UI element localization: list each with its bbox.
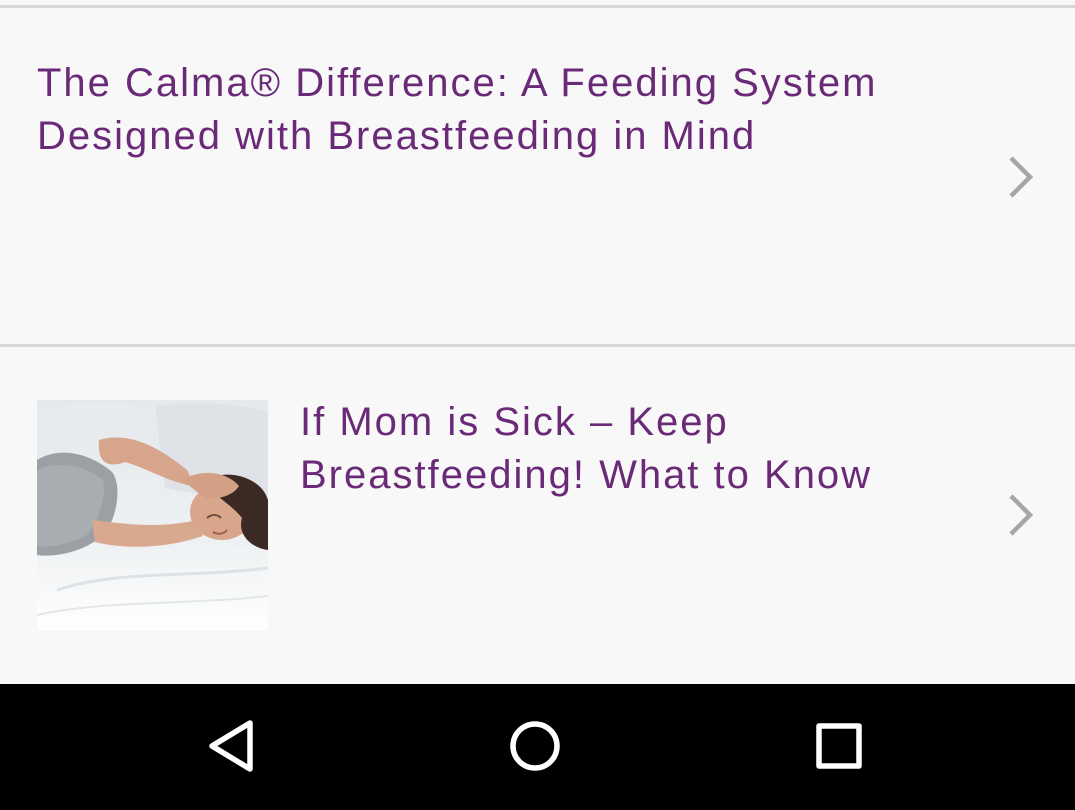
chevron-right-icon [1009,156,1034,198]
system-navigation-bar [0,684,1075,810]
article-list-screen: The Calma® Difference: A Feeding System … [0,0,1075,810]
article-title: The Calma® Difference: A Feeding System … [37,57,877,163]
article-title-line-2: Designed with Breastfeeding in Mind [37,114,757,158]
article-item-mom-sick[interactable]: If Mom is Sick – Keep Breastfeeding! Wha… [0,347,1075,684]
article-title: If Mom is Sick – Keep Breastfeeding! Wha… [300,396,872,502]
article-thumbnail [37,400,268,630]
chevron-right-icon [1009,494,1034,536]
article-item-calma-difference[interactable]: The Calma® Difference: A Feeding System … [0,8,1075,344]
article-title-line-1: The Calma® Difference: A Feeding System [37,61,878,105]
article-title-line-1: If Mom is Sick – Keep [300,400,729,444]
back-triangle-icon[interactable] [192,706,272,786]
sick-mother-photo [37,400,268,630]
article-title-line-2: Breastfeeding! What to Know [300,453,873,497]
home-circle-icon[interactable] [495,706,575,786]
recents-square-icon[interactable] [799,706,879,786]
